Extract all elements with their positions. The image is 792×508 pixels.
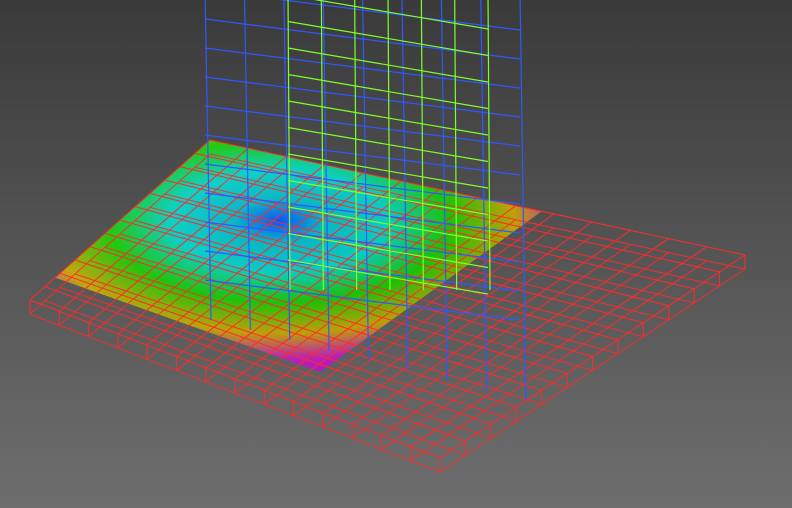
green-grid-line (287, 100, 489, 136)
blue-grid-line (204, 47, 521, 89)
blue-grid-line (480, 0, 488, 391)
green-grid-line (287, 126, 489, 163)
3d-viewport[interactable] (0, 0, 792, 508)
scene-canvas[interactable] (0, 0, 792, 508)
blue-grid-line (204, 76, 521, 118)
